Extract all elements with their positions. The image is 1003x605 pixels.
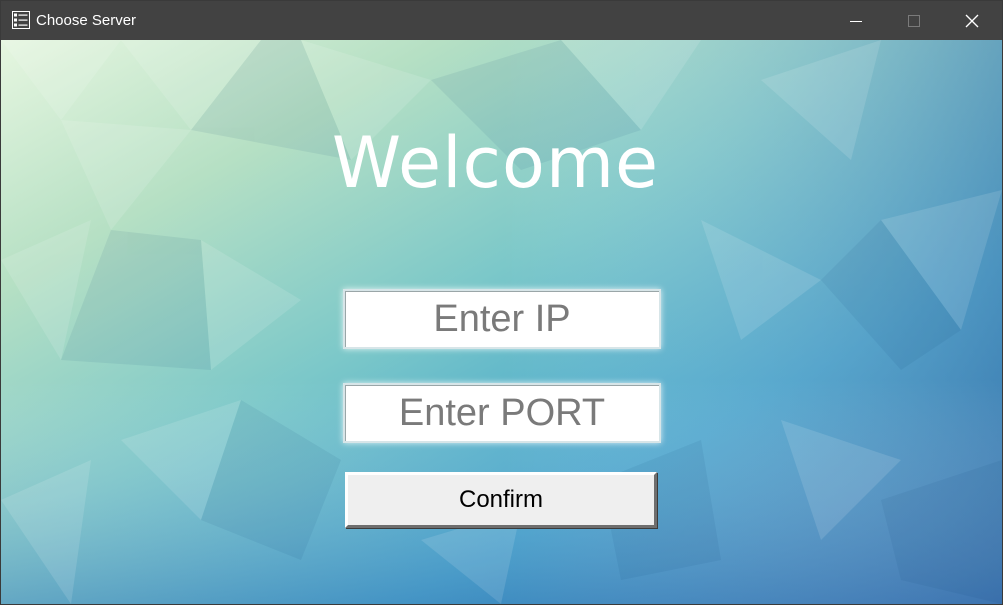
maximize-icon bbox=[908, 14, 920, 27]
close-button[interactable] bbox=[943, 1, 1001, 40]
welcome-heading: Welcome bbox=[1, 123, 1002, 203]
welcome-heading-text: Welcome bbox=[331, 122, 660, 204]
confirm-button[interactable]: Confirm bbox=[345, 472, 657, 528]
choose-server-window: Choose Server Welcome Enter IP Enter POR… bbox=[0, 0, 1003, 605]
port-input[interactable] bbox=[343, 383, 661, 443]
list-window-icon bbox=[12, 11, 30, 29]
minimize-button[interactable] bbox=[827, 1, 885, 40]
minimize-icon bbox=[850, 20, 862, 22]
maximize-button[interactable] bbox=[885, 1, 943, 40]
ip-input[interactable] bbox=[343, 289, 661, 349]
close-icon bbox=[965, 14, 979, 27]
server-form-panel: Welcome Confirm bbox=[1, 40, 1002, 604]
title-bar[interactable]: Choose Server bbox=[1, 1, 1002, 40]
window-title: Choose Server bbox=[36, 12, 137, 29]
